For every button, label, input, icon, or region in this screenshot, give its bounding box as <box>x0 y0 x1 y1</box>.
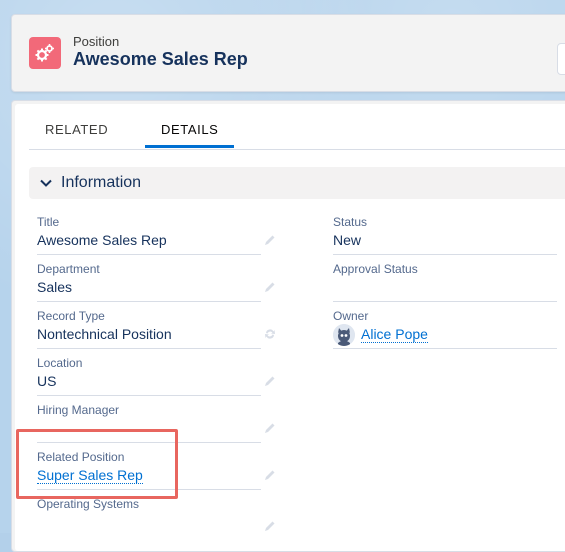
owner-link[interactable]: Alice Pope <box>361 326 428 343</box>
field-value: US <box>37 373 57 389</box>
field-label: Operating Systems <box>37 497 140 511</box>
tab-details[interactable]: DETAILS <box>161 122 218 137</box>
field-label: Owner <box>333 309 369 323</box>
chevron-down-icon <box>40 179 52 187</box>
section-title: Information <box>61 174 142 191</box>
field-label: Title <box>37 215 60 229</box>
field-label: Approval Status <box>333 262 418 276</box>
tab-bar: RELATED DETAILS <box>29 104 565 150</box>
field-label: Hiring Manager <box>37 403 120 417</box>
field-status: Status New <box>333 215 557 255</box>
field-location: Location US <box>37 356 275 396</box>
object-label: Position <box>73 34 120 49</box>
record-header: Position Awesome Sales Rep <box>11 14 565 92</box>
field-label: Department <box>37 262 100 276</box>
field-value: Sales <box>37 279 73 295</box>
owner-avatar[interactable] <box>333 324 355 346</box>
section-information-header[interactable]: Information <box>29 167 565 199</box>
field-label: Location <box>37 356 83 370</box>
field-value: New <box>333 232 362 248</box>
pencil-icon[interactable] <box>263 233 277 247</box>
owner-value-wrapper: Alice Pope <box>361 326 428 343</box>
tab-related[interactable]: RELATED <box>45 122 108 137</box>
field-value: Nontechnical Position <box>37 326 172 342</box>
field-title: Title Awesome Sales Rep <box>37 215 275 255</box>
pencil-icon[interactable] <box>263 280 277 294</box>
pencil-icon[interactable] <box>263 468 277 482</box>
field-owner: Owner Alice Pope <box>333 309 557 349</box>
pencil-icon[interactable] <box>263 421 277 435</box>
field-approval-status: Approval Status <box>333 262 557 302</box>
change-record-type-icon[interactable] <box>263 327 277 341</box>
highlight-box <box>16 429 178 499</box>
header-action-button[interactable] <box>557 43 565 75</box>
pencil-icon[interactable] <box>263 519 277 533</box>
pencil-icon[interactable] <box>263 374 277 388</box>
record-title: Awesome Sales Rep <box>73 49 248 69</box>
field-operating-systems: Operating Systems <box>37 497 275 536</box>
field-label: Record Type <box>37 309 105 323</box>
field-value: Awesome Sales Rep <box>37 232 167 248</box>
active-tab-indicator <box>145 145 234 148</box>
field-record-type: Record Type Nontechnical Position <box>37 309 275 349</box>
gears-icon <box>29 37 61 69</box>
field-label: Status <box>333 215 368 229</box>
field-department: Department Sales <box>37 262 275 302</box>
